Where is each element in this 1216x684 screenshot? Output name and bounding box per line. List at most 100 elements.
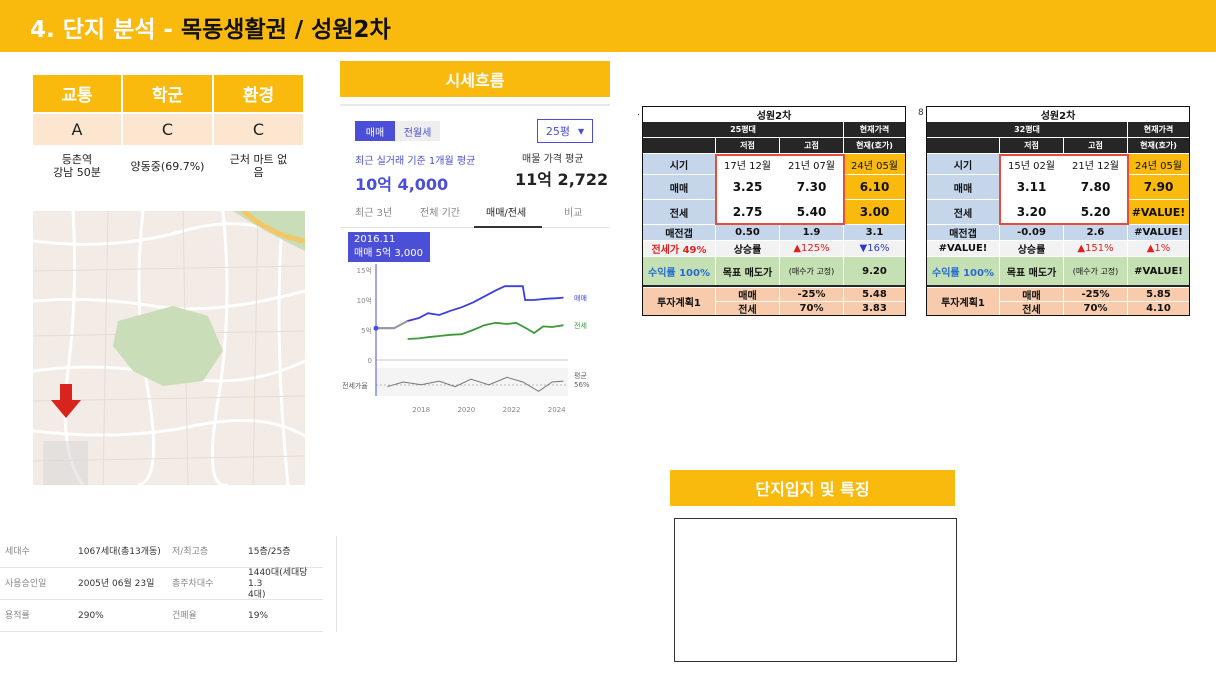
jeonse-ratio: 전세가 49%	[643, 241, 715, 256]
plan-sale-label: 매매	[1000, 288, 1063, 302]
tab-recent-3y[interactable]: 최근 3년	[355, 204, 392, 219]
gap-current: 3.1	[844, 225, 905, 240]
row-label-period: 시기	[643, 154, 715, 174]
info-label: 사용승인일	[5, 578, 47, 589]
yield-label: 수익률 100%	[927, 257, 999, 285]
price-trend-title: 시세흐름	[340, 61, 610, 97]
tab-sale-jeonse[interactable]: 매매/전세	[486, 204, 526, 219]
y-tick-label: 5억	[361, 327, 372, 335]
chart-start-point	[373, 325, 379, 331]
info-label: 용적률	[5, 610, 30, 621]
eval-header-school: 학군	[123, 75, 212, 112]
tab-compare[interactable]: 비교	[564, 204, 582, 219]
price-trend-panel: 매매 전월세 25평 ▼ 최근 실거래 기준 1개월 평균 10억 4,000 매…	[340, 104, 610, 414]
asking-price-label: 매물 가격 평균	[522, 154, 584, 165]
table-divider	[927, 285, 1189, 287]
plan-sale-pct: -25%	[1064, 288, 1127, 301]
jeonse-current: 3.00	[844, 200, 905, 224]
table-title: 성원2차	[927, 107, 1189, 122]
page-title: 4. 단지 분석 - 목동생활권 / 성원2차	[30, 10, 391, 44]
eval-grade-transport: A	[33, 114, 121, 145]
row-label-plan: 투자계획1	[643, 288, 715, 315]
target-note: (매수가 고정)	[1064, 257, 1127, 285]
period-current: 24년 05월	[1128, 154, 1189, 174]
page-number: 8	[918, 108, 924, 118]
y-tick-label: 0	[368, 357, 372, 365]
info-row: 세대수 1067세대(총13개동) 저/최고층 15층/25층	[0, 536, 323, 568]
page-title-main: 목동생활권 / 성원2차	[180, 17, 391, 43]
target-value: #VALUE!	[1128, 257, 1189, 285]
period-current: 24년 05월	[844, 154, 905, 174]
target-value: 9.20	[844, 257, 905, 285]
row-label-sale: 매매	[927, 175, 999, 199]
info-label: 저/최고층	[172, 546, 209, 557]
row-label-gap: 매전갭	[927, 225, 999, 240]
caret-down-icon: ▼	[577, 126, 585, 136]
y-tick-label: 15억	[357, 267, 372, 275]
x-tick-label: 2018	[412, 406, 430, 414]
rise-current: ▼16%	[844, 241, 905, 256]
plan-jeonse-label: 전세	[1000, 302, 1063, 316]
info-row: 용적률 290% 건폐율 19%	[0, 600, 323, 632]
sale-current: 6.10	[844, 175, 905, 199]
yield-label: 수익률 100%	[643, 257, 715, 285]
info-label: 세대수	[5, 546, 30, 557]
row-label-plan: 투자계획1	[927, 288, 999, 315]
info-value: 1440대(세대당 1.3 4대)	[248, 567, 308, 600]
row-label-rise: 상승률	[716, 241, 779, 256]
row-label-jeonse: 전세	[927, 200, 999, 224]
info-divider	[336, 536, 337, 632]
location-features-box[interactable]	[674, 518, 957, 662]
size-select[interactable]: 25평 ▼	[537, 119, 593, 143]
tooltip-date: 2016.11	[354, 234, 396, 245]
plan-sale-pct: -25%	[780, 288, 843, 301]
plan-jeonse-pct: 70%	[1064, 302, 1127, 315]
info-label: 건폐율	[172, 610, 197, 621]
row-label-gap: 매전갭	[643, 225, 715, 240]
header-low: 저점	[1000, 138, 1063, 153]
tab-active-indicator	[474, 226, 542, 228]
series-label: 매매	[574, 295, 587, 303]
price-table-25: 성원2차 25평대 현재가격 저점 고점 현재(호가) 시기 17년 12월 2…	[642, 106, 906, 316]
table-current-label: 현재가격	[1128, 122, 1189, 137]
eval-grade-environment: C	[214, 114, 303, 145]
tab-jeonse[interactable]: 전월세	[395, 121, 440, 141]
info-value: 2005년 06월 23일	[78, 578, 155, 589]
table-title: 성원2차	[643, 107, 905, 122]
complex-info-table: 세대수 1067세대(총13개동) 저/최고층 15층/25층 사용승인일 20…	[0, 536, 323, 632]
ratio-value-label: 56%	[574, 381, 590, 389]
jeonse-current: #VALUE!	[1128, 200, 1189, 224]
header-high: 고점	[780, 138, 843, 153]
header-high: 고점	[1064, 138, 1127, 153]
gap-current: #VALUE!	[1128, 225, 1189, 240]
target-note: (매수가 고정)	[780, 257, 843, 285]
table-size: 25평대	[643, 122, 843, 137]
info-value: 290%	[78, 610, 104, 621]
sale-current: 7.90	[1128, 175, 1189, 199]
gap-low: -0.09	[1000, 225, 1063, 240]
plan-sale-value: 5.85	[1128, 288, 1189, 301]
header-low: 저점	[716, 138, 779, 153]
rise-high: ▲151%	[1064, 241, 1127, 256]
jeonse-ratio: #VALUE!	[927, 241, 999, 256]
header-blank	[927, 138, 999, 153]
plan-jeonse-value: 4.10	[1128, 302, 1189, 315]
tab-all-period[interactable]: 전체 기간	[420, 204, 460, 219]
row-label-period: 시기	[927, 154, 999, 174]
eval-header-environment: 환경	[214, 75, 303, 112]
rise-high: ▲125%	[780, 241, 843, 256]
highlight-box	[715, 154, 845, 225]
series-line-pre	[376, 320, 409, 330]
tab-sale[interactable]: 매매	[355, 121, 395, 141]
highlight-box	[999, 154, 1129, 225]
eval-detail-school: 양동중(69.7%)	[130, 159, 205, 173]
arrow-down-icon	[51, 384, 81, 418]
x-tick-label: 2020	[457, 406, 475, 414]
info-label: 총주차대수	[172, 578, 214, 589]
header-current: 현재(호가)	[1128, 138, 1189, 153]
plan-jeonse-value: 3.83	[844, 302, 905, 315]
recent-trade-value: 10억 4,000	[355, 175, 449, 194]
gap-low: 0.50	[716, 225, 779, 240]
location-map[interactable]	[33, 211, 305, 485]
gap-high: 1.9	[780, 225, 843, 240]
